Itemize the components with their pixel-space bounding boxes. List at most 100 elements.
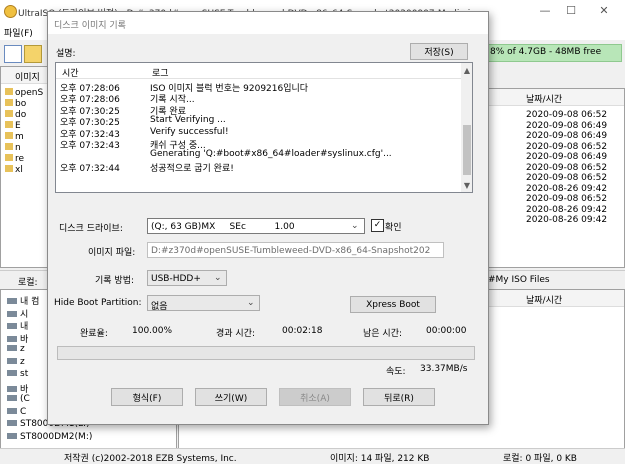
file-date: 2020-09-08 06:49 [526,131,608,141]
log-row: 오후 07:32:43 Verify successful! [56,127,456,140]
log-time: 오후 07:32:44 [60,163,120,174]
progress-bar [57,346,475,360]
drive-icon [7,357,17,364]
tree-item-label: n [15,143,21,153]
remaining-value: 00:00:00 [426,326,467,336]
local-tree-item[interactable]: 내 컴 [7,294,39,307]
progress-fill [58,347,474,359]
file-date: 2020-08-26 09:42 [526,183,608,194]
image-file-list: 날짜/시간 2020-09-08 06:52 2020-09-08 06:49 20… [487,88,625,268]
local-path: #My ISO Files [488,275,550,285]
folder-icon [5,165,13,172]
chevron-down-icon: ⌄ [214,273,222,283]
open-icon[interactable] [24,45,42,63]
drive-icon [7,345,17,351]
scroll-thumb[interactable] [463,125,471,175]
log-row: Generating 'Q:#boot#x86_64#loader#syslin… [56,149,456,160]
verify-checkbox[interactable]: ✓ [371,219,384,232]
back-button[interactable]: 뒤로(R) [363,388,435,406]
folder-icon [5,132,13,139]
log-message: 성공적으로 굽기 완료! [150,163,234,174]
write-button[interactable]: 쓰기(W) [195,388,267,406]
tree-item[interactable]: bo [5,99,26,109]
local-tree-item[interactable]: 내 [7,319,28,332]
local-tree-item[interactable]: z [7,344,25,354]
minimize-icon[interactable]: — [535,4,555,17]
local-tree-item[interactable]: st [7,369,28,379]
maximize-icon[interactable]: ☐ [561,4,581,17]
new-icon[interactable] [4,45,22,63]
tree-item[interactable]: E [5,121,21,131]
hide-boot-select[interactable]: 없음 ⌄ [147,295,260,312]
tree-item-label: bo [15,99,27,109]
cancel-button[interactable]: 취소(A) [279,388,351,406]
drive-icon [7,335,17,342]
xpress-boot-button[interactable]: Xpress Boot [350,296,436,313]
write-method-select[interactable]: USB-HDD+ ⌄ [147,270,227,286]
folder-icon [5,121,13,128]
log-row: 오후 07:30:25 Start Verifying ... [56,115,456,128]
file-date: 2020-09-08 06:52 [526,141,608,152]
drive-icon [7,420,17,426]
local-tree-label: z [20,344,25,354]
local-tree-item[interactable]: ST8000DM2(M:) [7,432,92,442]
drive-icon [7,323,17,329]
log-scrollbar[interactable]: ▲ ▼ [461,63,472,192]
message-label: 설명: [56,49,76,59]
drive-icon [7,432,17,439]
local-pane-label: 로컬: [18,278,38,288]
log-header-time[interactable]: 시간 [62,66,79,79]
log-row: 오후 07:28:06 ISO 이미지 블럭 번호는 9209216입니다 [56,81,456,94]
drive-select[interactable]: (Q:, 63 GB)MX SEc 1.00 ⌄ [147,218,365,234]
file-date: 2020-08-26 09:42 [526,204,608,215]
drive-icon [7,395,17,401]
local-tree-item[interactable]: (C [7,394,30,404]
local-tree-label: 바 [20,384,29,395]
log-list: 시간 로그 오후 07:28:06 ISO 이미지 블럭 번호는 9209216입… [55,62,473,193]
remaining-label: 남은 시간: [363,329,403,339]
drive-icon [7,310,17,317]
menu-file[interactable]: 파일(F) [4,26,33,39]
image-file-value: D:#z370d#openSUSE-Tumbleweed-DVD-x86_64-… [151,246,431,256]
dialog-titlebar: 디스크 이미지 기록 [48,12,488,34]
status-image: 이미지: 14 파일, 212 KB [330,454,430,464]
drive-label: 디스크 드라이브: [59,224,123,234]
local-tree-label: z [20,356,25,367]
tree-item-label: m [15,132,24,142]
local-tree-label: C [20,406,27,417]
tree-item[interactable]: do [5,110,26,120]
scroll-up-icon[interactable]: ▲ [461,66,472,75]
local-date-header[interactable]: 날짜/시간 [526,293,562,306]
folder-icon [5,88,13,95]
local-tree-item[interactable]: C [7,407,26,417]
log-message: Generating 'Q:#boot#x86_64#loader#syslin… [150,149,392,160]
tree-item[interactable]: n [5,143,21,153]
local-tree-item[interactable]: 바 [7,382,28,395]
folder-icon [5,143,13,150]
tree-item[interactable]: xl [5,165,23,175]
tree-item[interactable]: m [5,132,24,142]
tree-item[interactable]: openS [5,88,43,98]
log-message: Start Verifying ... [150,115,226,126]
capacity-bar: 8% of 4.7GB - 48MB free [486,44,622,62]
image-file-label: 이미지 파일: [88,248,136,258]
save-button[interactable]: 저장(S) [410,43,468,60]
image-date-header[interactable]: 날짜/시간 [526,92,562,105]
image-file-field[interactable]: D:#z370d#openSUSE-Tumbleweed-DVD-x86_64-… [147,242,444,258]
dialog-title: 디스크 이미지 기록 [54,21,126,31]
tree-item[interactable]: re [5,154,24,164]
file-date: 2020-09-08 06:49 [526,152,608,162]
local-tree-item[interactable]: z [7,357,25,367]
local-tree-item[interactable]: 시 [7,307,28,320]
scroll-down-icon[interactable]: ▼ [461,181,472,190]
capacity-text: 8% of 4.7GB - 48MB free [490,47,602,57]
close-icon[interactable]: ✕ [594,4,614,17]
local-tree-item[interactable]: 바 [7,332,28,345]
file-date: 2020-09-08 06:52 [526,110,608,120]
drive-value: (Q:, 63 GB)MX SEc 1.00 [151,222,295,232]
log-header-log[interactable]: 로그 [152,66,169,79]
tree-item-label: openS [15,88,44,98]
local-tree-label: 내 컴 [20,297,40,307]
format-button[interactable]: 형식(F) [111,388,183,406]
file-date: 2020-08-26 09:42 [526,215,608,225]
